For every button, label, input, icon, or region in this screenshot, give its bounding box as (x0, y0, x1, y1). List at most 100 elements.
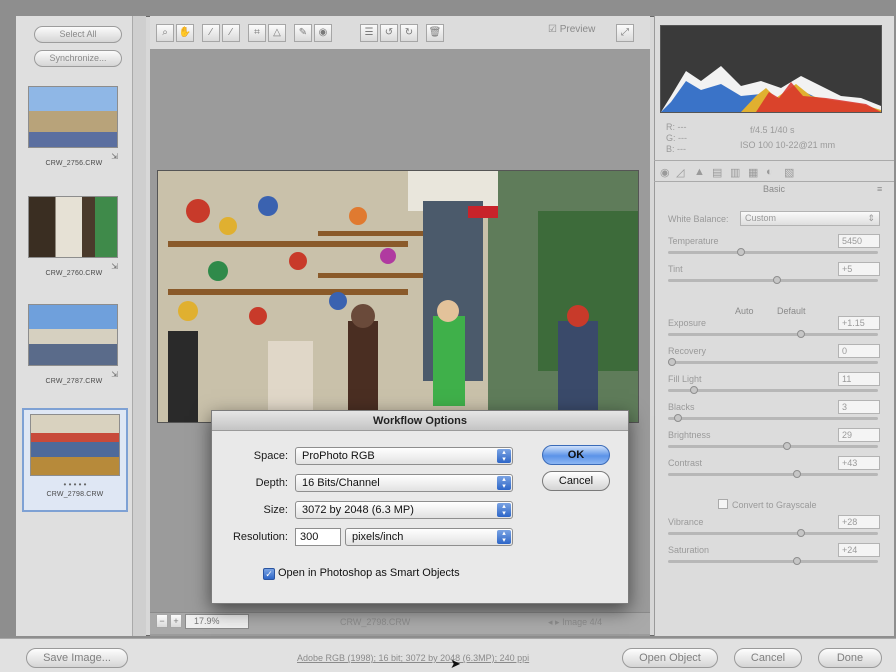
convert-grayscale-checkbox[interactable]: Convert to Grayscale (718, 499, 817, 510)
red-eye-tool-icon[interactable]: ◉ (314, 24, 332, 42)
dialog-cancel-button[interactable]: Cancel (542, 471, 610, 491)
slider-handle[interactable] (737, 248, 745, 256)
filmstrip-thumb[interactable]: ⇲ CRW_2760.CRW (28, 196, 120, 277)
workflow-options-link[interactable]: Adobe RGB (1998); 16 bit; 3072 by 2048 (… (297, 653, 529, 663)
next-image-icon[interactable]: ▸ (555, 617, 560, 627)
smart-objects-checkbox[interactable]: ✓ Open in Photoshop as Smart Objects (263, 567, 460, 580)
fullscreen-icon[interactable]: ⤢ (616, 24, 634, 42)
crop-tool-icon[interactable]: ⌗ (248, 24, 266, 42)
zoom-out-icon[interactable]: − (156, 614, 168, 628)
slider-value-field[interactable]: +1.15 (838, 316, 880, 330)
slider-track[interactable] (668, 248, 878, 256)
slider-track[interactable] (668, 386, 878, 394)
zoom-tool-icon[interactable]: ⌕ (156, 24, 174, 42)
select-arrows-icon: ▴ ▾ (497, 503, 511, 517)
tab-presets-icon[interactable]: ▧ (784, 166, 794, 179)
white-balance-select[interactable]: Custom ⇕ (740, 211, 880, 226)
auto-link[interactable]: Auto (735, 306, 754, 316)
default-link[interactable]: Default (777, 306, 806, 316)
slider-value-field[interactable]: 3 (838, 400, 880, 414)
hand-tool-icon[interactable]: ✋ (176, 24, 194, 42)
rotate-right-icon[interactable]: ↻ (400, 24, 418, 42)
save-image-button[interactable]: Save Image... (26, 648, 128, 668)
synchronize-button[interactable]: Synchronize... (34, 50, 122, 67)
resolution-unit-select[interactable]: pixels/inch ▴ ▾ (345, 528, 513, 546)
slider-track[interactable] (668, 414, 878, 422)
slider-track[interactable] (668, 358, 878, 366)
white-balance-tool-icon[interactable]: ⁄ (202, 24, 220, 42)
slider-value-field[interactable]: +28 (838, 515, 880, 529)
slider-track[interactable] (668, 330, 878, 338)
slider-handle[interactable] (690, 386, 698, 394)
image-counter-label: Image 4/4 (562, 617, 603, 627)
edited-badge-icon: ⇲ (111, 152, 118, 161)
size-select[interactable]: 3072 by 2048 (6.3 MP) ▴ ▾ (295, 501, 513, 519)
current-filename: CRW_2798.CRW (340, 617, 411, 627)
slider-value-field[interactable]: 5450 (838, 234, 880, 248)
slider-value-field[interactable]: +43 (838, 456, 880, 470)
slider-handle[interactable] (773, 276, 781, 284)
rgb-r: R: --- (666, 122, 687, 132)
rotate-left-icon[interactable]: ↺ (380, 24, 398, 42)
slider-track[interactable] (668, 442, 878, 450)
filmstrip-scrollbar[interactable] (132, 16, 146, 636)
tab-lens-icon[interactable]: ▦ (748, 166, 758, 179)
slider-track[interactable] (668, 276, 878, 284)
tab-hsl-icon[interactable]: ▤ (712, 166, 722, 179)
slider-track[interactable] (668, 529, 878, 537)
tab-camera-calibration-icon[interactable]: ◐ (766, 166, 773, 178)
slider-handle[interactable] (793, 557, 801, 565)
tab-basic-icon[interactable]: ◉ (660, 166, 670, 179)
open-object-button[interactable]: Open Object (622, 648, 718, 668)
done-button[interactable]: Done (818, 648, 882, 668)
slider-value-field[interactable]: 0 (838, 344, 880, 358)
edited-badge-icon: ⇲ (111, 262, 118, 271)
panel-tabs: ◉ ◿ ▲ ▤ ▥ ▦ ◐ ▧ (654, 160, 894, 182)
slider-label: Blacks (668, 402, 695, 412)
trash-icon[interactable]: 🗑 (426, 24, 444, 42)
ok-button[interactable]: OK (542, 445, 610, 465)
slider-handle[interactable] (793, 470, 801, 478)
thumb-caption: CRW_2760.CRW (45, 270, 103, 277)
slider-value-field[interactable]: 11 (838, 372, 880, 386)
slider-handle[interactable] (797, 330, 805, 338)
tab-split-toning-icon[interactable]: ▥ (730, 166, 740, 179)
slider-track[interactable] (668, 470, 878, 478)
rating-stars[interactable]: • • • • • (30, 480, 120, 489)
space-select[interactable]: ProPhoto RGB ▴ ▾ (295, 447, 513, 465)
resolution-label: Resolution: (232, 531, 288, 543)
preview-checkbox[interactable]: ☑ Preview (548, 24, 595, 35)
slider-value-field[interactable]: +5 (838, 262, 880, 276)
slider-value-field[interactable]: +24 (838, 543, 880, 557)
cancel-button[interactable]: Cancel (734, 648, 802, 668)
slider-handle[interactable] (797, 529, 805, 537)
retouch-tool-icon[interactable]: ✎ (294, 24, 312, 42)
panel-menu-icon[interactable]: ≡ (877, 184, 882, 194)
dialog-title: Workflow Options (212, 411, 628, 431)
filmstrip-panel: Select All Synchronize... ⇲ CRW_2756.CRW… (16, 16, 134, 636)
histogram (660, 25, 882, 113)
slider-value-field[interactable]: 29 (838, 428, 880, 442)
slider-handle[interactable] (674, 414, 682, 422)
straighten-tool-icon[interactable]: △ (268, 24, 286, 42)
slider-label: Exposure (668, 318, 707, 328)
filmstrip-thumb-selected[interactable]: • • • • • CRW_2798.CRW (22, 408, 128, 512)
preferences-icon[interactable]: ☰ (360, 24, 378, 42)
tab-tone-curve-icon[interactable]: ◿ (676, 166, 684, 179)
slider-handle[interactable] (783, 442, 791, 450)
resolution-input[interactable]: 300 (295, 528, 341, 546)
select-all-button[interactable]: Select All (34, 26, 122, 43)
previous-image-icon[interactable]: ◂ (548, 617, 553, 627)
slider-track[interactable] (668, 557, 878, 565)
zoom-level-field[interactable]: 17.9% (185, 614, 249, 629)
select-arrows-icon: ▴ ▾ (497, 530, 511, 544)
slider-handle[interactable] (668, 358, 676, 366)
zoom-in-icon[interactable]: + (170, 614, 182, 628)
slider-label: Recovery (668, 346, 707, 356)
filmstrip-thumb[interactable]: ⇲ CRW_2756.CRW (28, 86, 120, 167)
depth-select[interactable]: 16 Bits/Channel ▴ ▾ (295, 474, 513, 492)
tab-detail-icon[interactable]: ▲ (694, 166, 705, 178)
iso-lens: ISO 100 10-22@21 mm (740, 140, 836, 150)
color-sampler-tool-icon[interactable]: ⁄ (222, 24, 240, 42)
filmstrip-thumb[interactable]: ⇲ CRW_2787.CRW (28, 304, 120, 385)
